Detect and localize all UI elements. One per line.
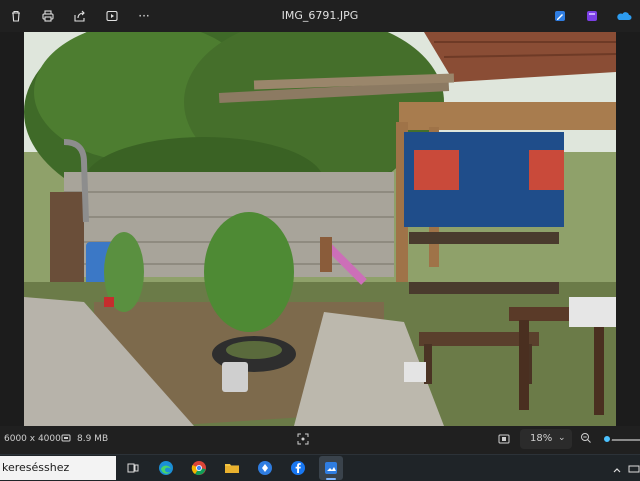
zoom-slider-thumb[interactable]	[602, 434, 612, 444]
clipchamp-icon[interactable]	[580, 4, 604, 28]
taskbar-search-input[interactable]: keresésshez	[0, 456, 116, 480]
file-size: 8.9 MB	[77, 434, 109, 444]
fit-to-window-icon[interactable]	[297, 433, 311, 447]
edit-image-icon[interactable]	[548, 4, 572, 28]
file-name-title: IMG_6791.JPG	[281, 9, 359, 22]
zoom-value: 18%	[530, 433, 553, 444]
actual-size-icon[interactable]	[498, 433, 512, 447]
photos-icon[interactable]	[319, 456, 343, 480]
print-icon[interactable]	[36, 4, 60, 28]
delete-icon[interactable]	[4, 4, 28, 28]
photo-viewer-area	[0, 32, 640, 426]
top-toolbar: ··· IMG_6791.JPG	[0, 0, 640, 32]
facebook-icon[interactable]	[286, 456, 310, 480]
file-size-icon	[61, 433, 71, 446]
share-icon[interactable]	[68, 4, 92, 28]
network-icon[interactable]	[628, 460, 640, 474]
spotify-like-icon[interactable]	[253, 456, 277, 480]
more-button[interactable]: ···	[132, 4, 156, 28]
file-explorer-icon[interactable]	[220, 456, 244, 480]
garden-photo[interactable]	[24, 32, 616, 426]
windows-taskbar: keresésshez	[0, 454, 640, 481]
zoom-out-icon[interactable]	[580, 432, 594, 446]
zoom-dropdown[interactable]: 18% ⌄	[520, 429, 572, 449]
video-editor-icon[interactable]	[100, 4, 124, 28]
task-view-icon[interactable]	[121, 456, 145, 480]
chevron-down-icon: ⌄	[558, 433, 566, 443]
edge-icon[interactable]	[154, 456, 178, 480]
chevron-up-icon[interactable]	[612, 460, 624, 474]
search-placeholder: keresésshez	[2, 461, 70, 474]
image-dimensions: 6000 x 4000	[4, 434, 61, 444]
chrome-icon[interactable]	[187, 456, 211, 480]
status-bar: 6000 x 4000 8.9 MB 18% ⌄	[0, 426, 640, 454]
onedrive-icon[interactable]	[612, 4, 636, 28]
